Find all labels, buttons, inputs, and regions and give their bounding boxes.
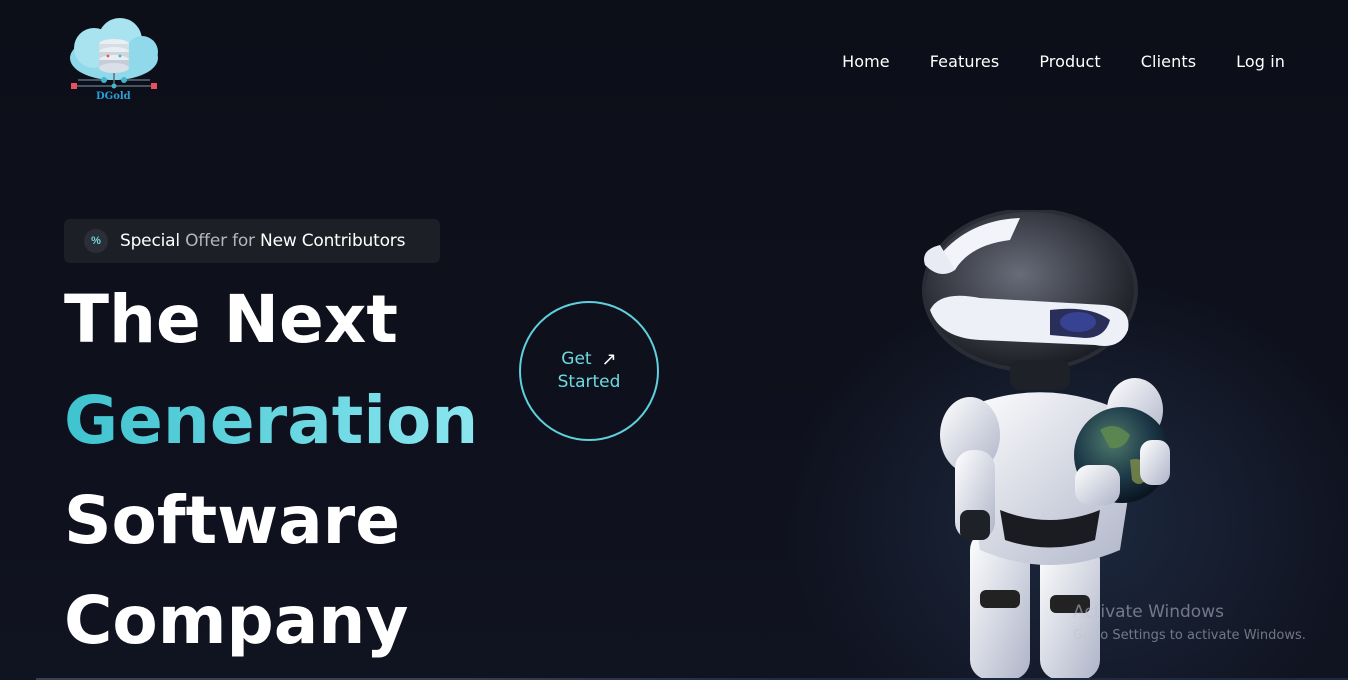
get-started-button[interactable]: Get ↗ Started: [519, 301, 659, 441]
nav-features[interactable]: Features: [930, 52, 1000, 71]
watermark-subtitle: Go to Settings to activate Windows.: [1073, 628, 1306, 643]
special-offer-badge[interactable]: % Special Offer for New Contributors: [64, 219, 440, 263]
nav-home[interactable]: Home: [842, 52, 890, 71]
activate-windows-watermark: Activate Windows Go to Settings to activ…: [1073, 602, 1306, 643]
hero-line-2-accent: Generation: [64, 382, 479, 459]
badge-word-offer: Offer for: [179, 231, 261, 251]
cta-label-started: Started: [557, 372, 621, 392]
hero-line-4: Company: [64, 582, 409, 659]
hero-line-1: The Next: [64, 281, 398, 358]
watermark-title: Activate Windows: [1073, 602, 1224, 622]
nav-clients[interactable]: Clients: [1141, 52, 1196, 71]
landing-page: DGold Home Features Product Clients Log …: [0, 0, 1348, 680]
hero-line-3: Software: [64, 482, 400, 559]
arrow-up-right-icon: ↗: [601, 349, 617, 370]
cta-label-get: Get: [561, 349, 592, 369]
badge-text: Special Offer for New Contributors: [120, 231, 405, 251]
badge-word-contributors: New Contributors: [260, 231, 406, 251]
nav-login[interactable]: Log in: [1236, 52, 1285, 71]
percent-icon: %: [84, 229, 108, 253]
logo-text: DGold: [96, 91, 131, 102]
nav-product[interactable]: Product: [1039, 52, 1100, 71]
main-nav: Home Features Product Clients Log in: [842, 52, 1285, 71]
badge-word-special: Special: [120, 231, 180, 251]
